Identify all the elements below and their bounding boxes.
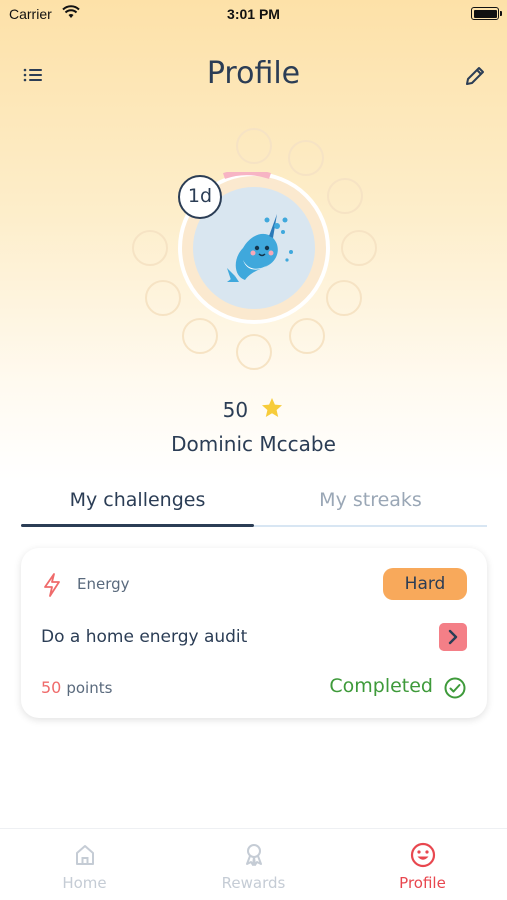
points-value: 50 <box>222 398 249 422</box>
user-name: Dominic Mccabe <box>171 432 336 456</box>
battery-icon <box>471 7 502 20</box>
page-title: Profile <box>206 56 301 91</box>
achievement-slot <box>341 230 377 266</box>
nav-rewards[interactable]: Rewards <box>169 829 338 900</box>
smiley-icon <box>410 842 436 868</box>
nav-home[interactable]: Home <box>0 829 169 900</box>
lightning-icon <box>44 573 60 597</box>
star-icon <box>262 398 283 417</box>
nav-rewards-label: Rewards <box>221 874 286 892</box>
points-number: 50 <box>41 678 62 697</box>
achievement-slot <box>326 280 362 316</box>
streak-badge: 1d <box>178 175 222 219</box>
clock: 3:01 PM <box>227 6 280 22</box>
points-label: points <box>66 679 113 697</box>
achievement-slot <box>236 334 272 370</box>
achievement-slot <box>327 178 363 214</box>
bottom-nav: Home Rewards Profile <box>0 828 507 900</box>
avatar-section: 1d <box>0 120 507 380</box>
narwhal-icon <box>227 214 293 282</box>
achievement-slot <box>132 230 168 266</box>
tab-indicator-inactive <box>254 525 487 527</box>
pencil-icon[interactable] <box>463 64 487 88</box>
challenge-category: Energy <box>77 575 130 593</box>
tab-indicator-active <box>21 524 254 527</box>
points-summary: 50 <box>0 396 507 422</box>
chevron-right-icon[interactable] <box>439 623 467 651</box>
status-bar: Carrier 3:01 PM <box>0 0 507 28</box>
nav-profile-label: Profile <box>399 874 446 892</box>
challenge-card[interactable]: Energy Hard Do a home energy audit 50 poi… <box>21 548 487 718</box>
tab-my-streaks[interactable]: My streaks <box>254 480 487 524</box>
achievement-slot <box>236 128 272 164</box>
app-header: Profile <box>0 50 507 100</box>
achievement-slot <box>145 280 181 316</box>
difficulty-badge: Hard <box>383 568 467 600</box>
challenge-title: Do a home energy audit <box>41 627 248 647</box>
check-circle-icon <box>444 677 466 699</box>
home-icon <box>76 845 94 865</box>
challenge-points: 50 points <box>41 678 112 697</box>
tab-my-challenges[interactable]: My challenges <box>21 480 254 524</box>
status-label: Completed <box>329 675 433 697</box>
nav-home-label: Home <box>62 874 107 892</box>
nav-profile[interactable]: Profile <box>338 829 507 900</box>
achievement-slot <box>288 140 324 176</box>
medal-icon <box>246 844 262 866</box>
profile-tabs: My challenges My streaks <box>21 480 487 530</box>
